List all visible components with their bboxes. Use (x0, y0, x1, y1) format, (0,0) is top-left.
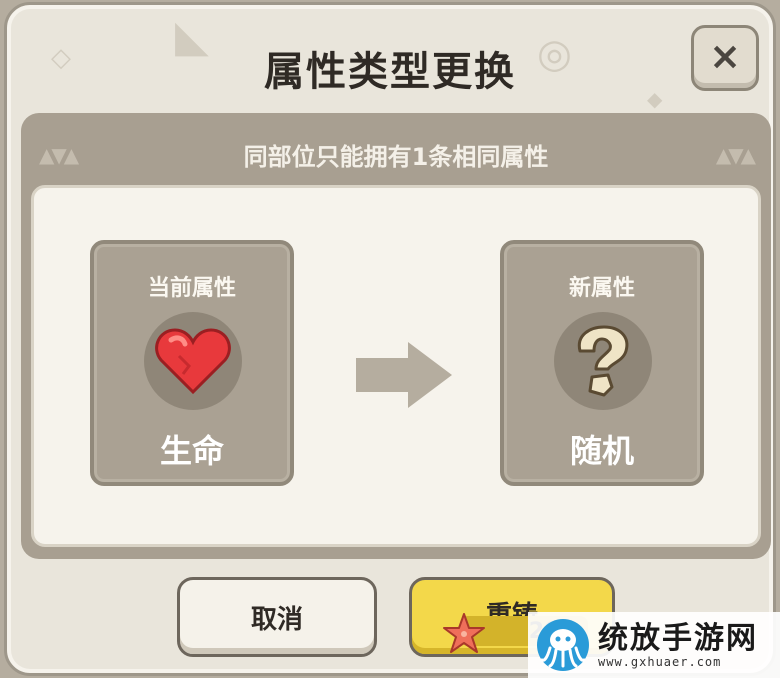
new-attribute-label: 新属性 (568, 276, 635, 301)
starfish-icon (443, 613, 485, 653)
watermark-text: 统放手游网 www.gxhuaer.com (598, 622, 758, 669)
new-attribute-value: 随机 (569, 432, 634, 470)
new-attribute-card: 新属性 随机 (500, 240, 704, 486)
close-icon[interactable]: × (709, 37, 741, 75)
dialog-title: 属性类型更换 (264, 49, 516, 95)
site-watermark: 统放手游网 www.gxhuaer.com (528, 612, 780, 678)
notice-panel: ▲▼▲ 同部位只能拥有1条相同属性 ▲▼▲ 当前属性 生命 新属性 随机 (21, 113, 771, 559)
current-attribute-card: 当前属性 生命 (90, 240, 294, 486)
attribute-compare-area: 当前属性 生命 新属性 随机 (31, 185, 761, 547)
heart-icon (155, 328, 231, 395)
octopus-logo-icon (537, 619, 589, 671)
question-icon (577, 325, 629, 397)
attribute-change-dialog: ◇ ◣ ◎ ◆ 属性类型更换 × ▲▼▲ 同部位只能拥有1条相同属性 ▲▼▲ 当… (4, 2, 776, 676)
current-attribute-icon-frame (144, 312, 242, 410)
triangle-decoration-icon: ▲▼▲ (715, 143, 756, 167)
current-attribute-label: 当前属性 (147, 276, 236, 301)
notice-text: 同部位只能拥有1条相同属性 (243, 143, 549, 171)
watermark-url: www.gxhuaer.com (598, 654, 722, 669)
cancel-button-label[interactable]: 取消 (251, 599, 303, 636)
current-attribute-value: 生命 (159, 432, 224, 470)
watermark-name: 统放手游网 (598, 620, 758, 656)
cancel-button[interactable]: 取消 (177, 577, 377, 657)
arrow-right-icon (356, 342, 452, 408)
close-button[interactable]: × (691, 25, 759, 91)
new-attribute-icon-frame (554, 312, 652, 410)
